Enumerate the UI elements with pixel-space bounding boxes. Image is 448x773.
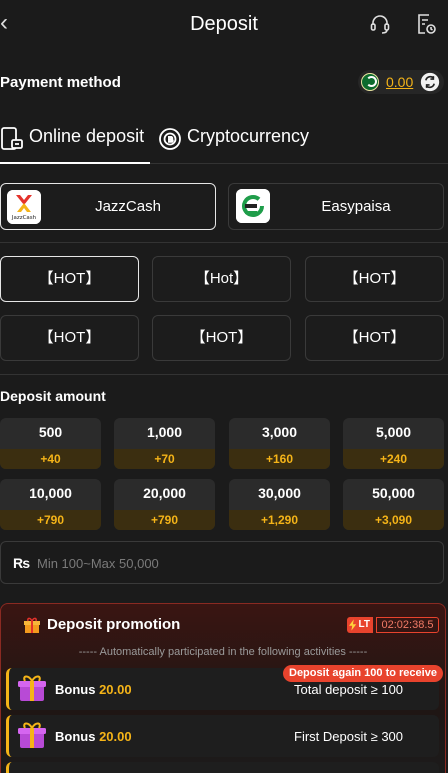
amount-value: 3,000	[261, 424, 298, 440]
amount-option[interactable]: 500 +40	[0, 418, 101, 469]
method-easypaisa-name: Easypaisa	[321, 198, 391, 215]
method-jazzcash[interactable]: JazzCash JazzCash	[0, 183, 216, 230]
bonus-value: 20.00	[99, 729, 132, 744]
balance-pill: 0.00	[358, 70, 444, 94]
method-easypaisa[interactable]: Easypaisa	[228, 183, 444, 230]
tab-online-deposit[interactable]: Online deposit	[0, 126, 144, 164]
headset-icon[interactable]	[368, 12, 392, 38]
history-doc-icon[interactable]	[414, 12, 438, 38]
payment-method-row: Payment method 0.00	[0, 70, 448, 96]
amount-bonus: +160	[229, 449, 330, 469]
channel-option[interactable]: 【HOT】	[305, 315, 444, 361]
amount-value: 30,000	[258, 485, 301, 501]
promotion-activity[interactable]: Bonus 20.00 First Deposit ≥ 300	[6, 715, 439, 757]
easypaisa-logo	[236, 189, 270, 223]
channel-option[interactable]: 【HOT】	[152, 315, 291, 361]
divider	[0, 242, 448, 243]
header: ‹ Deposit	[0, 0, 448, 50]
limited-time-badge: LT	[347, 617, 373, 633]
pakistan-flag-icon	[361, 73, 379, 91]
crypto-coin-icon	[159, 128, 181, 150]
balance-value[interactable]: 0.00	[386, 74, 413, 90]
amount-bonus: +40	[0, 449, 101, 469]
amount-value: 10,000	[29, 485, 72, 501]
tab-cryptocurrency[interactable]: Cryptocurrency	[158, 126, 309, 164]
amount-option[interactable]: 10,000 +790	[0, 479, 101, 530]
promotion-subtitle: ----- Automatically participated in the …	[78, 646, 368, 658]
amount-option[interactable]: 20,000 +790	[114, 479, 215, 530]
method-jazzcash-name: JazzCash	[95, 198, 161, 215]
bonus-text: Bonus	[55, 729, 96, 744]
gift-icon	[23, 616, 41, 634]
active-tab-indicator	[0, 162, 150, 164]
promotion-activity[interactable]	[6, 762, 439, 773]
svg-text:JazzCash: JazzCash	[11, 215, 37, 221]
amount-bonus: +790	[114, 510, 215, 530]
deposit-tabs: Online deposit Cryptocurrency	[0, 126, 448, 164]
amount-bonus: +70	[114, 449, 215, 469]
activity-requirement: First Deposit ≥ 300	[294, 729, 404, 744]
tab-cryptocurrency-label: Cryptocurrency	[187, 126, 310, 146]
amount-value: 20,000	[143, 485, 186, 501]
promotion-timer: 02:02:38.5	[376, 617, 439, 633]
payment-method-label: Payment method	[0, 74, 121, 91]
mobile-deposit-icon	[1, 127, 23, 150]
amount-bonus: +3,090	[343, 510, 444, 530]
channel-option[interactable]: 【Hot】	[152, 256, 291, 302]
deposit-again-badge: Deposit again 100 to receive	[283, 665, 443, 682]
amount-option[interactable]: 5,000 +240	[343, 418, 444, 469]
amount-value: 1,000	[146, 424, 183, 440]
activity-requirement: Total deposit ≥ 100	[294, 682, 404, 697]
limited-time-badge-label: LT	[358, 619, 370, 630]
currency-symbol: ₨	[13, 555, 31, 571]
amount-bonus: +790	[0, 510, 101, 530]
amount-value: 500	[38, 424, 63, 440]
amount-option[interactable]: 3,000 +160	[229, 418, 330, 469]
amount-option[interactable]: 50,000 +3,090	[343, 479, 444, 530]
amount-input-box: ₨	[0, 541, 444, 584]
jazzcash-logo: JazzCash	[7, 190, 41, 224]
bonus-value: 20.00	[99, 682, 132, 697]
bonus-label: Bonus 20.00	[55, 682, 132, 697]
channel-option[interactable]: 【HOT】	[0, 315, 139, 361]
amount-option[interactable]: 1,000 +70	[114, 418, 215, 469]
amount-value: 50,000	[372, 485, 415, 501]
gift-box-icon	[17, 767, 47, 773]
amount-option[interactable]: 30,000 +1,290	[229, 479, 330, 530]
deposit-promotion-panel: Deposit promotion LT 02:02:38.5 ----- Au…	[0, 603, 446, 773]
gift-box-icon	[17, 673, 47, 703]
bonus-text: Bonus	[55, 682, 96, 697]
divider	[0, 374, 448, 375]
amount-input[interactable]	[37, 552, 417, 574]
amount-bonus: +1,290	[229, 510, 330, 530]
refresh-icon[interactable]	[420, 72, 440, 92]
bonus-label: Bonus 20.00	[55, 729, 132, 744]
amount-value: 5,000	[375, 424, 412, 440]
deposit-amount-title: Deposit amount	[0, 388, 106, 404]
channel-option[interactable]: 【HOT】	[0, 256, 139, 302]
tab-online-deposit-label: Online deposit	[29, 126, 145, 146]
lightning-icon	[349, 619, 357, 631]
amount-bonus: +240	[343, 449, 444, 469]
promotion-title: Deposit promotion	[47, 616, 181, 633]
channel-option[interactable]: 【HOT】	[305, 256, 444, 302]
gift-box-icon	[17, 720, 47, 750]
